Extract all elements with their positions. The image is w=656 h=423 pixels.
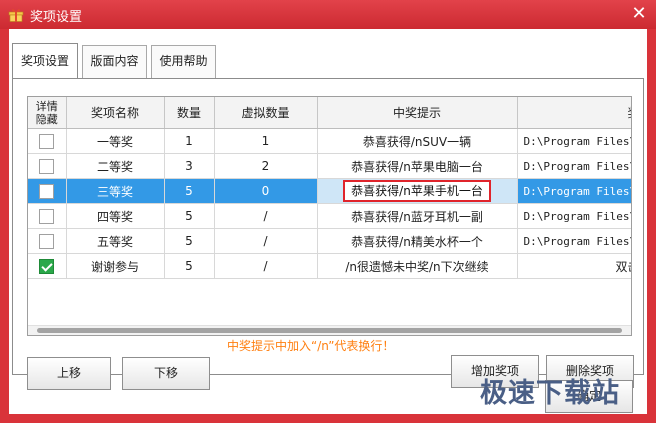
virtual-quantity-cell[interactable]: 0 xyxy=(214,178,318,204)
virtual-quantity-cell[interactable]: / xyxy=(214,253,318,279)
window-title: 奖项设置 xyxy=(30,10,83,25)
hide-checkbox[interactable] xyxy=(39,158,55,174)
win-tip-edit-input[interactable]: 恭喜获得/n苹果手机一台 xyxy=(343,180,491,202)
win-tip-cell[interactable]: 恭喜获得/n蓝牙耳机一副 xyxy=(317,203,518,229)
newline-hint: 中奖提示中加入“/n”代表换行！ xyxy=(227,339,395,353)
hide-checkbox-cell[interactable] xyxy=(28,178,67,204)
virtual-quantity-cell[interactable]: / xyxy=(214,228,318,254)
prize-name-cell[interactable]: 一等奖 xyxy=(66,128,165,154)
win-tip-cell[interactable]: /n很遗憾未中奖/n下次继续 xyxy=(317,253,518,279)
prize-image-cell[interactable]: D:\Program Files\J xyxy=(517,203,631,229)
hide-checkbox[interactable] xyxy=(39,183,55,199)
hide-checkbox[interactable] xyxy=(39,133,55,149)
prize-name-cell[interactable]: 四等奖 xyxy=(66,203,165,229)
quantity-cell[interactable]: 5 xyxy=(164,178,215,204)
column-header-virtual-quantity[interactable]: 虚拟数量 xyxy=(214,97,318,129)
horizontal-scrollbar[interactable] xyxy=(28,325,631,335)
quantity-cell[interactable]: 3 xyxy=(164,153,215,179)
win-tip-cell[interactable]: 恭喜获得/nSUV一辆 xyxy=(317,128,518,154)
move-up-button[interactable]: 上移 xyxy=(27,357,111,390)
quantity-cell[interactable]: 5 xyxy=(164,228,215,254)
hide-checkbox[interactable] xyxy=(39,208,55,224)
column-header-quantity[interactable]: 数量 xyxy=(164,97,215,129)
prize-name-cell[interactable]: 三等奖 xyxy=(66,178,165,204)
prize-image-cell[interactable]: D:\Program Files\J xyxy=(517,128,631,154)
table-row-selected[interactable]: 三等奖 5 0 恭喜获得/n苹果手机一台 D:\Program Files\J xyxy=(28,178,631,204)
table-row[interactable]: 五等奖 5 / 恭喜获得/n精美水杯一个 D:\Program Files\J xyxy=(28,228,631,254)
prize-name-cell[interactable]: 谢谢参与 xyxy=(66,253,165,279)
column-header-win-tip[interactable]: 中奖提示 xyxy=(317,97,518,129)
column-header-prize-image[interactable]: 奖品图 xyxy=(517,97,631,129)
hide-checkbox-cell[interactable] xyxy=(28,153,67,179)
prize-image-cell[interactable]: D:\Program Files\J xyxy=(517,228,631,254)
dialog-body: 奖项设置 版面内容 使用帮助 详情 隐藏 奖项名称 数量 虚拟数量 中奖提示 一… xyxy=(9,29,647,414)
close-icon: ✕ xyxy=(631,3,647,24)
tab-layout-content[interactable]: 版面内容 xyxy=(82,45,147,78)
site-watermark: 极速下载站 xyxy=(480,378,620,409)
table-row[interactable]: 四等奖 5 / 恭喜获得/n蓝牙耳机一副 D:\Program Files\J xyxy=(28,203,631,229)
move-down-button[interactable]: 下移 xyxy=(122,357,210,390)
close-button[interactable]: ✕ xyxy=(628,3,650,25)
gift-icon xyxy=(8,9,24,22)
quantity-cell[interactable]: 5 xyxy=(164,203,215,229)
hide-checkbox-cell[interactable] xyxy=(28,203,67,229)
table-row[interactable]: 一等奖 1 1 恭喜获得/nSUV一辆 D:\Program Files\J xyxy=(28,128,631,154)
column-header-prize-name[interactable]: 奖项名称 xyxy=(66,97,165,129)
win-tip-cell[interactable]: 恭喜获得/n苹果电脑一台 xyxy=(317,153,518,179)
tab-help[interactable]: 使用帮助 xyxy=(151,45,216,78)
table-header: 详情隐藏 奖项名称 数量 虚拟数量 中奖提示 奖品图 xyxy=(28,97,631,129)
tab-prize-settings[interactable]: 奖项设置 xyxy=(12,43,78,78)
table-row[interactable]: 二等奖 3 2 恭喜获得/n苹果电脑一台 D:\Program Files\J xyxy=(28,153,631,179)
prize-settings-window: 奖项设置 ✕ 奖项设置 版面内容 使用帮助 详情 隐藏 奖项名称 数量 虚拟数量… xyxy=(0,0,656,423)
prize-name-cell[interactable]: 二等奖 xyxy=(66,153,165,179)
prize-image-cell[interactable]: D:\Program Files\J xyxy=(517,153,631,179)
win-tip-cell-editing[interactable]: 恭喜获得/n苹果手机一台 xyxy=(317,178,518,204)
virtual-quantity-cell[interactable]: 2 xyxy=(214,153,318,179)
prize-table: 详情隐藏 奖项名称 数量 虚拟数量 中奖提示 奖品图 一等奖 1 xyxy=(27,96,632,336)
win-tip-cell[interactable]: 恭喜获得/n精美水杯一个 xyxy=(317,228,518,254)
hide-checkbox-cell[interactable] xyxy=(28,253,67,279)
prize-name-cell[interactable]: 五等奖 xyxy=(66,228,165,254)
hide-checkbox-checked[interactable] xyxy=(39,258,55,274)
prize-image-cell[interactable]: D:\Program Files\J xyxy=(517,178,631,204)
quantity-cell[interactable]: 1 xyxy=(164,128,215,154)
tab-panel: 详情隐藏 奖项名称 数量 虚拟数量 中奖提示 奖品图 一等奖 1 xyxy=(12,78,644,390)
column-header-hide[interactable]: 详情 隐藏 xyxy=(28,97,67,129)
scrollbar-thumb[interactable] xyxy=(37,328,622,333)
table-row[interactable]: 谢谢参与 5 / /n很遗憾未中奖/n下次继续 双击选择 xyxy=(28,253,631,279)
title-bar[interactable]: 奖项设置 ✕ xyxy=(0,0,656,29)
quantity-cell[interactable]: 5 xyxy=(164,253,215,279)
hide-checkbox-cell[interactable] xyxy=(28,228,67,254)
virtual-quantity-cell[interactable]: 1 xyxy=(214,128,318,154)
hide-checkbox[interactable] xyxy=(39,233,55,249)
prize-image-cell[interactable]: 双击选择 xyxy=(517,253,631,279)
hide-checkbox-cell[interactable] xyxy=(28,128,67,154)
virtual-quantity-cell[interactable]: / xyxy=(214,203,318,229)
